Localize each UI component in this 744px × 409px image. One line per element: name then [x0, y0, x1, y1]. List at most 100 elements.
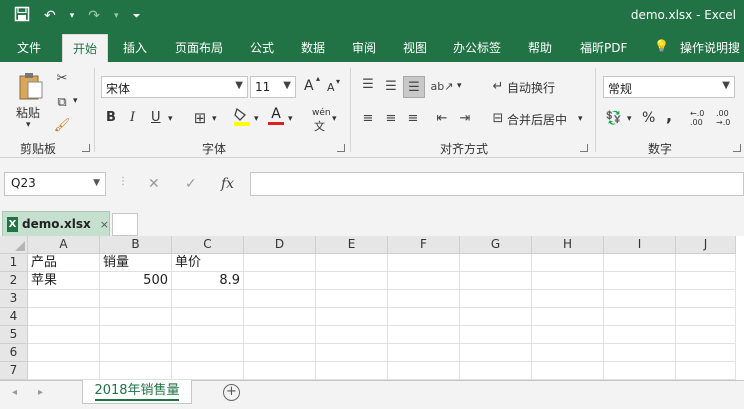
cell-b1[interactable]: 销量 — [100, 254, 172, 272]
orientation-dropdown-icon[interactable]: ▾ — [457, 81, 462, 91]
cell-h7[interactable] — [532, 362, 604, 380]
tab-file[interactable]: 文件 — [17, 39, 41, 56]
cell-f5[interactable] — [388, 326, 460, 344]
paste-icon[interactable] — [16, 70, 46, 102]
cell-g6[interactable] — [460, 344, 532, 362]
cell-g5[interactable] — [460, 326, 532, 344]
insert-function-icon[interactable]: fx — [221, 176, 234, 192]
font-color-dropdown-icon[interactable]: ▾ — [288, 114, 293, 124]
cell-g3[interactable] — [460, 290, 532, 308]
paste-dropdown-icon[interactable]: ▾ — [26, 120, 31, 130]
column-header-c[interactable]: C — [172, 236, 244, 254]
border-icon[interactable]: ⊞ — [190, 108, 210, 128]
font-color-icon[interactable]: A — [266, 106, 286, 126]
cell-e6[interactable] — [316, 344, 388, 362]
underline-dropdown-icon[interactable]: ▾ — [168, 114, 173, 124]
scroll-sheets-right-icon[interactable]: ▸ — [38, 387, 43, 398]
clipboard-launcher-icon[interactable] — [82, 144, 90, 152]
font-name-select[interactable]: 宋体 ▼ — [101, 76, 248, 98]
row-header-5[interactable]: 5 — [0, 326, 28, 344]
cell-h2[interactable] — [532, 272, 604, 290]
cell-i2[interactable] — [604, 272, 676, 290]
cell-j5[interactable] — [676, 326, 736, 344]
format-painter-icon[interactable]: 🖌 — [52, 115, 72, 135]
cell-e3[interactable] — [316, 290, 388, 308]
cell-f4[interactable] — [388, 308, 460, 326]
cell-i7[interactable] — [604, 362, 676, 380]
align-center-icon[interactable]: ≡ — [381, 108, 401, 128]
cell-c7[interactable] — [172, 362, 244, 380]
align-bottom-icon[interactable]: ☰ — [403, 76, 425, 98]
column-header-a[interactable]: A — [28, 236, 100, 254]
cell-h3[interactable] — [532, 290, 604, 308]
customize-qat-icon[interactable]: ⏷ — [133, 11, 141, 22]
merge-center-icon[interactable]: ⊟ — [488, 108, 508, 128]
redo-dropdown-icon[interactable]: ▾ — [114, 11, 119, 21]
cell-j1[interactable] — [676, 254, 736, 272]
cell-g1[interactable] — [460, 254, 532, 272]
cell-d7[interactable] — [244, 362, 316, 380]
cancel-icon[interactable]: ✕ — [148, 176, 160, 192]
cell-f7[interactable] — [388, 362, 460, 380]
orientation-icon[interactable]: ab↗ — [431, 76, 454, 96]
increase-decimal-button[interactable]: ←.0 .00 — [690, 109, 710, 127]
cell-d1[interactable] — [244, 254, 316, 272]
phonetic-guide-button[interactable]: wén — [312, 108, 331, 118]
font-launcher-icon[interactable] — [337, 144, 345, 152]
cell-c6[interactable] — [172, 344, 244, 362]
cell-b6[interactable] — [100, 344, 172, 362]
column-header-b[interactable]: B — [100, 236, 172, 254]
cell-h1[interactable] — [532, 254, 604, 272]
paste-button[interactable]: 粘贴 — [16, 104, 40, 121]
merge-dropdown-icon[interactable]: ▾ — [578, 114, 583, 124]
undo-icon[interactable]: ↶ — [44, 8, 56, 24]
row-header-1[interactable]: 1 — [0, 254, 28, 272]
copy-icon[interactable]: ⧉ — [52, 92, 72, 112]
percent-style-button[interactable]: % — [642, 110, 655, 126]
cell-i1[interactable] — [604, 254, 676, 272]
cell-c1[interactable]: 单价 — [172, 254, 244, 272]
column-header-f[interactable]: F — [388, 236, 460, 254]
font-size-select[interactable]: 11 ▼ — [250, 76, 296, 98]
bold-button[interactable]: B — [106, 110, 116, 125]
cell-a7[interactable] — [28, 362, 100, 380]
comma-style-button[interactable]: , — [666, 106, 672, 125]
column-header-i[interactable]: I — [604, 236, 676, 254]
column-header-h[interactable]: H — [532, 236, 604, 254]
grow-font-button[interactable]: A — [304, 78, 314, 94]
cell-j3[interactable] — [676, 290, 736, 308]
cell-j2[interactable] — [676, 272, 736, 290]
border-dropdown-icon[interactable]: ▾ — [212, 114, 217, 124]
wrap-text-button[interactable]: 自动换行 — [507, 79, 555, 96]
cell-f3[interactable] — [388, 290, 460, 308]
cell-d3[interactable] — [244, 290, 316, 308]
cell-g7[interactable] — [460, 362, 532, 380]
add-sheet-icon[interactable]: + — [223, 384, 240, 401]
scroll-sheets-left-icon[interactable]: ◂ — [12, 387, 17, 398]
cell-a6[interactable] — [28, 344, 100, 362]
cell-e5[interactable] — [316, 326, 388, 344]
cell-h4[interactable] — [532, 308, 604, 326]
tell-me-search[interactable]: 操作说明搜 — [680, 39, 740, 56]
fill-color-dropdown-icon[interactable]: ▾ — [254, 114, 259, 124]
row-header-4[interactable]: 4 — [0, 308, 28, 326]
workbook-tab[interactable]: X demo.xlsx × — [2, 211, 110, 236]
column-header-e[interactable]: E — [316, 236, 388, 254]
tab-review[interactable]: 审阅 — [352, 39, 376, 56]
cell-g2[interactable] — [460, 272, 532, 290]
cell-i6[interactable] — [604, 344, 676, 362]
number-launcher-icon[interactable] — [733, 144, 741, 152]
cell-i5[interactable] — [604, 326, 676, 344]
column-header-j[interactable]: J — [676, 236, 736, 254]
new-workbook-tab-button[interactable] — [112, 213, 138, 236]
cell-f2[interactable] — [388, 272, 460, 290]
row-header-7[interactable]: 7 — [0, 362, 28, 380]
cell-d5[interactable] — [244, 326, 316, 344]
redo-icon[interactable]: ↷ — [88, 8, 100, 24]
row-header-2[interactable]: 2 — [0, 272, 28, 290]
formula-input[interactable] — [250, 172, 744, 196]
shrink-font-button[interactable]: A — [327, 81, 335, 94]
tab-foxit-pdf[interactable]: 福昕PDF — [580, 39, 627, 56]
sheet-tab-2018-sales[interactable]: 2018年销售量 — [82, 380, 192, 404]
cell-c5[interactable] — [172, 326, 244, 344]
